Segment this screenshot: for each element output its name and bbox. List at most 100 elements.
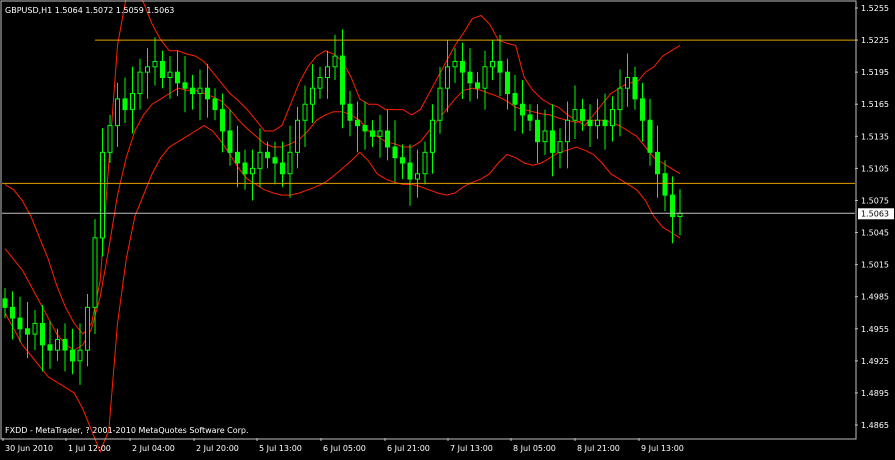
price-tick-label: 1.5015: [861, 261, 889, 270]
candle-body: [407, 162, 413, 180]
candle-body: [287, 151, 293, 175]
candle-body: [640, 98, 645, 121]
price-tick-label: 1.4985: [861, 293, 889, 302]
candle-body: [130, 93, 135, 111]
candle-body: [265, 151, 270, 159]
candle-body: [452, 60, 458, 68]
candle-body: [17, 317, 23, 330]
candle-body: [392, 146, 398, 159]
candle-body: [340, 55, 345, 105]
price-tick-label: 1.4955: [861, 325, 889, 334]
candle-body: [152, 60, 158, 68]
candle-body: [632, 77, 638, 100]
price-tick-label: 1.5075: [861, 196, 889, 205]
candle-body: [220, 109, 225, 132]
candle-body: [655, 151, 660, 175]
candle-body: [400, 157, 405, 164]
time-tick-label: 6 Jul 05:00: [323, 444, 366, 453]
candle-body: [137, 71, 143, 95]
candle-body: [587, 119, 593, 127]
candle-body: [197, 87, 203, 95]
price-tick-label: 1.5105: [861, 164, 889, 173]
candle-body: [182, 82, 188, 89]
candle-body: [190, 87, 195, 95]
price-tick-label: 1.5195: [861, 68, 889, 77]
candle-body: [100, 151, 105, 239]
time-tick-label: 9 Jul 13:00: [641, 444, 684, 453]
current-price-tag: 1.5063: [858, 208, 894, 220]
candle-body: [115, 98, 120, 127]
candle-body: [557, 141, 563, 153]
price-tick-label: 1.5255: [861, 4, 889, 13]
candle-body: [610, 109, 615, 127]
candle-body: [362, 125, 368, 132]
price-tick-label: 1.5225: [861, 36, 889, 45]
candle-body: [212, 98, 218, 111]
candle-body: [242, 162, 248, 175]
candle-body: [535, 119, 540, 143]
footer-copyright: FXDD - MetaTrader, ? 2001-2010 MetaQuote…: [5, 426, 249, 435]
candle-body: [617, 87, 623, 111]
candle-body: [145, 66, 150, 73]
candle-body: [85, 306, 90, 351]
candle-body: [475, 82, 480, 89]
candle-body: [167, 71, 173, 79]
price-tick-label: 1.4865: [861, 421, 889, 430]
time-tick-label: 30 Jun 2010: [5, 444, 53, 453]
candle-body: [310, 87, 315, 105]
candle-body: [625, 77, 630, 89]
candle-body: [467, 71, 473, 84]
candle-body: [430, 119, 435, 153]
candle-body: [595, 119, 600, 127]
current-price-label: 1.5063: [861, 209, 889, 218]
time-tick-label: 2 Jul 20:00: [196, 444, 239, 453]
candle-body: [355, 119, 360, 127]
time-tick-label: 6 Jul 21:00: [387, 444, 430, 453]
candle-body: [460, 60, 465, 73]
chart-canvas[interactable]: 1.5255 1.5225 1.5195 1.5165 1.5135 1.5105 1.50…: [0, 0, 895, 455]
candle-body: [550, 130, 555, 153]
candle-body: [527, 114, 533, 121]
candle-body: [572, 109, 578, 121]
candle-body: [25, 328, 30, 335]
candle-body: [257, 151, 263, 169]
candle-body: [647, 119, 653, 153]
candle-body: [422, 151, 428, 175]
price-chart[interactable]: 1.5255 1.5225 1.5195 1.5165 1.5135 1.5105 1.50…: [0, 0, 895, 455]
time-tick-label: 5 Jul 13:00: [259, 444, 302, 453]
price-tick-label: 1.5045: [861, 229, 889, 238]
candle-body: [370, 130, 375, 137]
candle-body: [40, 322, 45, 346]
candle-body: [385, 130, 390, 148]
candle-body: [445, 66, 450, 89]
candle-body: [302, 103, 308, 121]
candle-body: [602, 119, 608, 127]
candle-body: [497, 60, 503, 73]
candle-body: [175, 71, 180, 84]
candle-body: [415, 173, 420, 180]
price-tick-label: 1.5165: [861, 100, 889, 109]
candle-body: [520, 103, 525, 116]
candle-body: [92, 237, 98, 308]
price-tick-label: 1.5135: [861, 132, 889, 141]
candle-body: [332, 55, 338, 68]
candle-body: [272, 157, 278, 164]
candle-body: [565, 119, 570, 143]
candle-body: [77, 349, 83, 362]
time-tick-label: 1 Jul 12:00: [68, 444, 111, 453]
candle-body: [482, 66, 488, 89]
candle-body: [55, 338, 60, 351]
candle-body: [377, 130, 383, 137]
candle-body: [580, 109, 585, 121]
candle-body: [280, 162, 285, 175]
candle-body: [505, 71, 510, 95]
candle-body: [62, 338, 68, 351]
candle-body: [295, 119, 300, 153]
candle-body: [122, 98, 128, 111]
candle-body: [317, 77, 323, 89]
candle-body: [490, 60, 495, 68]
price-tick-label: 1.4925: [861, 357, 889, 366]
candle-body: [2, 298, 8, 308]
candle-body: [542, 130, 548, 143]
candle-body: [10, 306, 15, 319]
